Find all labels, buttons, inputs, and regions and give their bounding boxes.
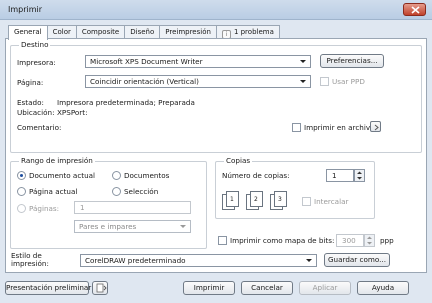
title-bar: Imprimir [0,0,432,20]
imprimir-archivo-checkbox[interactable] [292,123,301,132]
chevron-down-icon [300,60,306,63]
usar-ppd-label: Usar PPD [332,77,365,86]
impresora-label: Impresora: [17,58,56,67]
page-icon: 1 [226,191,239,207]
arrow-right-icon [374,124,379,131]
ayuda-button[interactable]: Ayuda [357,281,409,295]
copias-spinner[interactable] [354,169,365,182]
pagina-actual-radio[interactable] [17,187,26,196]
estilo-label: Estilo de impresión: [11,252,49,268]
pagina-actual-label: Página actual [29,187,78,196]
paginas-input[interactable]: 1 [74,201,191,214]
imprimir-archivo-label: Imprimir en archivo [304,123,375,132]
comentario-label: Comentario: [17,123,62,132]
page-icon: 2 [250,191,263,207]
estilo-select[interactable]: CorelDRAW predeterminado [80,254,317,267]
page-number: 3 [278,196,282,203]
archivo-options-button[interactable] [370,121,381,132]
cancelar-button[interactable]: Cancelar [241,281,293,295]
ubicacion-label: Ubicación: [17,108,55,117]
chevron-down-icon [300,80,306,83]
estilo-value: CorelDRAW predeterminado [85,256,186,265]
documento-actual-label: Documento actual [29,171,96,180]
collate-preview: 1 2 3 [222,190,292,212]
tab-label: Composite [81,28,120,36]
page-number: 2 [254,196,258,203]
tab-label: Diseño [130,28,155,36]
dpi-spinner[interactable] [364,234,375,247]
documentos-label: Documentos [124,171,170,180]
tab-diseno[interactable]: Diseño [124,25,161,39]
tab-color[interactable]: Color [46,25,77,39]
presentacion-preliminar-button[interactable]: Presentación preliminar [5,281,91,295]
intercalar-label: Intercalar [314,197,349,206]
imprimir-button[interactable]: Imprimir [183,281,235,295]
pagina-value: Coincidir orientación (Vertical) [90,77,199,86]
page-number: 1 [230,196,234,203]
preview-toggle-button[interactable] [92,281,108,295]
tab-label: Preimpresión [165,28,211,36]
button-bar: Presentación preliminar Imprimir Cancela… [0,275,432,303]
rango-title: Rango de impresión [19,156,95,165]
page-icon: 3 [274,191,287,207]
estado-value: Impresora predeterminada; Preparada [57,98,195,107]
tab-label: Color [52,28,71,36]
dpi-input[interactable]: 300 [336,234,364,247]
pagina-label: Página: [17,78,44,87]
tab-strip: General Color Composite Diseño Preimpres… [8,25,280,40]
tab-composite[interactable]: Composite [75,25,126,39]
copias-group: Copias Número de copias: 1 1 2 3 Interca… [215,156,375,219]
copias-title: Copias [224,156,253,165]
tab-general[interactable]: General [8,25,48,40]
pares-impares-select[interactable]: Pares e impares [74,220,191,233]
paginas-radio[interactable] [17,204,26,213]
mapa-bits-checkbox[interactable] [218,236,227,245]
intercalar-checkbox[interactable] [302,197,311,206]
general-panel: Destino Impresora: Microsoft XPS Documen… [5,38,427,273]
destino-title: Destino [19,40,51,49]
estado-label: Estado: [17,98,44,107]
tab-label: General [14,28,42,36]
destino-group: Destino Impresora: Microsoft XPS Documen… [10,40,422,153]
numero-copias-label: Número de copias: [222,171,290,180]
impresora-select[interactable]: Microsoft XPS Document Writer [85,55,311,68]
mapa-bits-label: Imprimir como mapa de bits: [230,236,335,245]
spin-arrows-icon [357,171,362,180]
guardar-como-button[interactable]: Guardar como... [324,253,390,267]
chevron-down-icon [306,259,312,262]
spin-arrows-icon [367,236,372,245]
tab-label: 1 problema [233,28,274,36]
dpi-unit: ppp [380,236,394,245]
estilo-label-line2: impresión: [11,259,49,268]
impresora-value: Microsoft XPS Document Writer [90,57,203,66]
aplicar-button[interactable]: Aplicar [299,281,351,295]
seleccion-label: Selección [124,187,159,196]
close-button[interactable] [403,3,426,16]
close-icon [411,6,420,14]
pares-impares-value: Pares e impares [79,222,137,231]
ubicacion-value: XPSPort: [57,108,88,117]
chevron-down-icon [180,225,186,228]
preview-icon [96,283,107,293]
numero-copias-input[interactable]: 1 [326,169,354,182]
rango-group: Rango de impresión Documento actual Docu… [10,156,207,249]
documentos-radio[interactable] [112,171,121,180]
seleccion-radio[interactable] [112,187,121,196]
preferencias-button[interactable]: Preferencias... [320,54,384,68]
pagina-select[interactable]: Coincidir orientación (Vertical) [85,75,311,88]
documento-actual-radio[interactable] [17,171,26,180]
tab-problemas[interactable]: i1 problema [215,25,280,39]
usar-ppd-checkbox[interactable] [320,77,329,86]
tab-preimpresion[interactable]: Preimpresión [159,25,217,39]
window-title: Imprimir [8,5,43,14]
paginas-label: Páginas: [29,204,60,213]
